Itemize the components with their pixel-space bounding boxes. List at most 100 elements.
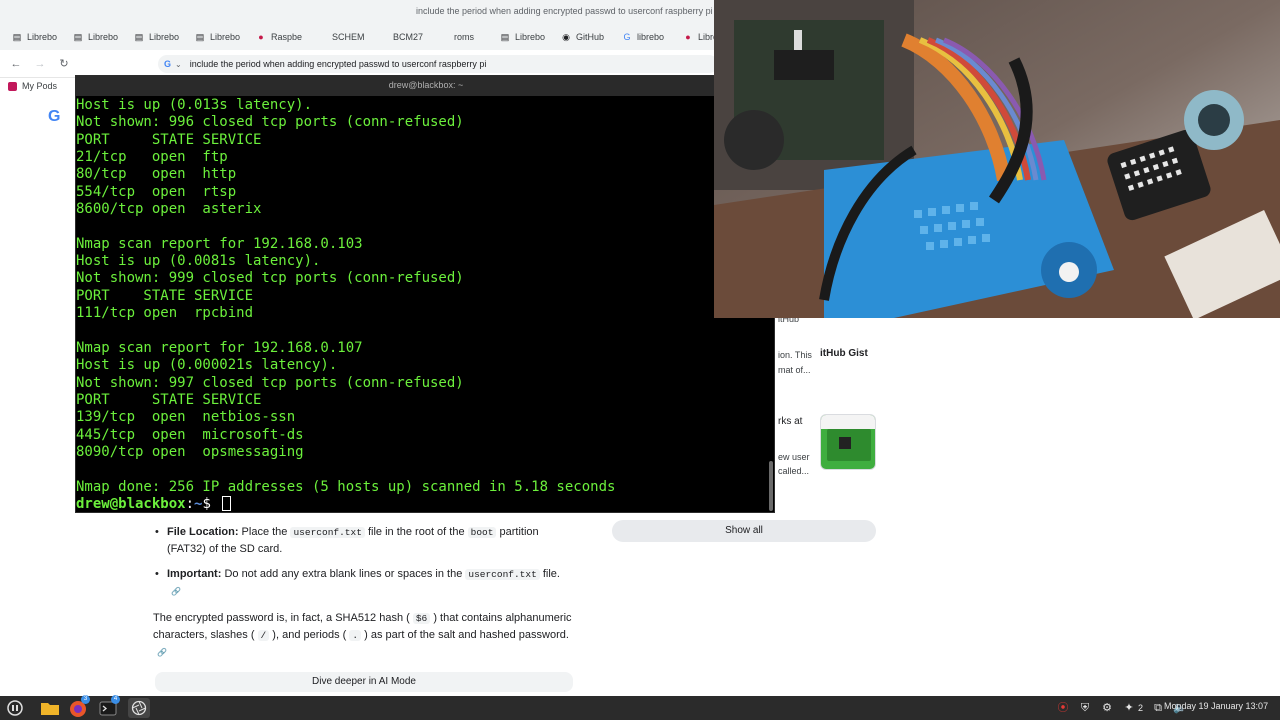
chevron-down-icon[interactable]: ⌄ [175, 60, 182, 69]
network-icon[interactable]: ⧉ [1151, 701, 1165, 715]
terminal-app-button[interactable]: 4 [97, 695, 120, 718]
browser-tab[interactable]: BCM27 [372, 26, 433, 48]
answer-paragraph: The encrypted password is, in fact, a SH… [153, 610, 573, 661]
terminal-line: Nmap scan report for 192.168.0.103 [76, 235, 363, 252]
google-logo-icon[interactable]: G [48, 108, 68, 128]
link-icon[interactable]: 🔗 [157, 645, 167, 661]
start-menu-button[interactable] [4, 698, 26, 718]
terminal-output[interactable]: Host is up (0.013s latency). Not shown: 9… [76, 97, 766, 513]
address-bar[interactable]: G ⌄ include the period when adding encry… [158, 55, 718, 73]
forward-icon[interactable]: → [32, 56, 48, 72]
browser-tab[interactable]: ▤ Librebo [494, 26, 555, 48]
blank-favicon-icon [439, 32, 449, 42]
bookmark-my-pods[interactable]: My Pods [8, 81, 57, 91]
inline-code: userconf.txt [465, 569, 540, 580]
bookmark-label: My Pods [22, 81, 58, 91]
tab-label: Librebo [88, 32, 119, 42]
clock[interactable]: Monday 19 January 13:07 [1164, 701, 1268, 711]
source-card-raspberry-pi[interactable]: rks at ew user called... [776, 412, 880, 482]
github-icon: ◉ [562, 32, 570, 42]
podcast-icon [8, 81, 17, 91]
terminal-line: Nmap scan report for 192.168.0.107 [76, 339, 363, 356]
inline-code: / [257, 630, 270, 641]
terminal-line: 8090/tcp open opsmessaging [76, 443, 304, 460]
back-icon[interactable]: ← [8, 56, 24, 72]
inline-code: boot [467, 527, 497, 538]
webcam-overlay [714, 0, 1280, 318]
tab-label: Librebo [210, 32, 241, 42]
inline-code: $6 [412, 613, 431, 624]
blank-favicon-icon [317, 32, 327, 42]
google-icon: G [164, 59, 172, 69]
browser-tab[interactable]: roms [433, 26, 494, 48]
google-icon: G [623, 32, 631, 42]
terminal-line: 139/tcp open netbios-ssn [76, 409, 296, 426]
browser-tab[interactable]: ▤ Librebo [67, 26, 128, 48]
terminal-line: 8600/tcp open asterix [76, 201, 262, 218]
shield-icon[interactable]: ⛨ [1078, 701, 1092, 715]
aperture-icon [131, 700, 147, 716]
tab-label: SCHEM [332, 32, 365, 42]
tab-label: roms [454, 32, 474, 42]
document-icon: ▤ [195, 32, 205, 42]
prompt-symbol: $ [202, 495, 220, 512]
browser-tab[interactable]: SCHEM [311, 26, 372, 48]
terminal-titlebar[interactable]: drew@blackbox: ~ [76, 76, 776, 96]
raspberry-icon: ● [685, 32, 691, 42]
tab-label: BCM27 [393, 32, 424, 42]
tab-label: GitHub [576, 32, 605, 42]
source-card-github-gist[interactable]: itHub ion. This mat of... itHub Gist [776, 314, 876, 375]
terminal-line: Not shown: 996 closed tcp ports (conn-re… [76, 114, 464, 131]
terminal-line: Host is up (0.0081s latency). [76, 253, 321, 270]
tab-label: Librebo [27, 32, 58, 42]
update-icon[interactable]: ⚙ [1100, 701, 1114, 715]
raspberry-icon: ● [258, 32, 264, 42]
firefox-app-button[interactable]: 3 [67, 695, 90, 718]
screenshot-app-button[interactable] [128, 698, 150, 718]
terminal-line: PORT STATE SERVICE [76, 287, 254, 304]
notification-icon[interactable]: ✦ [1122, 701, 1136, 715]
browser-tab[interactable]: ▤ Librebo [189, 26, 250, 48]
desktop: include the period when adding encrypted… [0, 0, 1280, 720]
browser-tab[interactable]: ● Raspbe [250, 26, 311, 48]
document-icon: ▤ [500, 32, 510, 42]
tab-label: Librebo [149, 32, 180, 42]
terminal-line: 554/tcp open rtsp [76, 183, 237, 200]
tab-label: librebo [637, 32, 665, 42]
terminal-window[interactable]: drew@blackbox: ~ Host is up (0.013s late… [75, 75, 776, 513]
browser-tab[interactable]: ▤ Librebo [6, 26, 67, 48]
reload-icon[interactable]: ↻ [56, 56, 72, 72]
show-all-button[interactable]: Show all [612, 520, 876, 542]
inline-code: . [349, 630, 362, 641]
list-item: File Location: Place the userconf.txt fi… [153, 524, 573, 557]
menu-icon [7, 700, 23, 716]
folder-icon [41, 703, 59, 715]
source-card-site: itHub Gist [820, 348, 868, 359]
record-icon[interactable]: ⦿ [1056, 701, 1070, 715]
browser-tab[interactable]: ◉ GitHub [555, 26, 616, 48]
raspberry-pi-thumbnail [820, 414, 876, 470]
inline-code: userconf.txt [290, 527, 365, 538]
dive-deeper-button[interactable]: Dive deeper in AI Mode [155, 672, 573, 692]
terminal-line: Not shown: 999 closed tcp ports (conn-re… [76, 270, 464, 287]
document-icon: ▤ [73, 32, 83, 42]
terminal-line: Not shown: 997 closed tcp ports (conn-re… [76, 374, 464, 391]
window-count-badge: 3 [81, 695, 90, 704]
taskbar: 3 4 ⦿ ⛨ ⚙ ✦ 2 ⧉ 🔈 Monday 19 January 13:0… [0, 695, 1280, 720]
browser-tab[interactable]: Glibrebo [616, 26, 677, 48]
notification-count: 2 [1138, 703, 1144, 713]
terminal-prompt[interactable]: drew@blackbox:~$ [76, 495, 766, 513]
prompt-separator: : [185, 495, 195, 512]
list-item: Important: Do not add any extra blank li… [153, 566, 573, 600]
link-icon[interactable]: 🔗 [171, 584, 181, 600]
terminal-line: 21/tcp open ftp [76, 149, 228, 166]
terminal-scrollbar[interactable] [769, 461, 773, 511]
browser-tab[interactable]: ▤ Librebo [128, 26, 189, 48]
files-app-button[interactable] [39, 698, 61, 718]
terminal-line: Host is up (0.013s latency). [76, 97, 313, 113]
source-card-title: rks at [778, 416, 803, 427]
window-title: include the period when adding encrypted… [416, 6, 713, 16]
terminal-line: Host is up (0.000021s latency). [76, 357, 338, 374]
